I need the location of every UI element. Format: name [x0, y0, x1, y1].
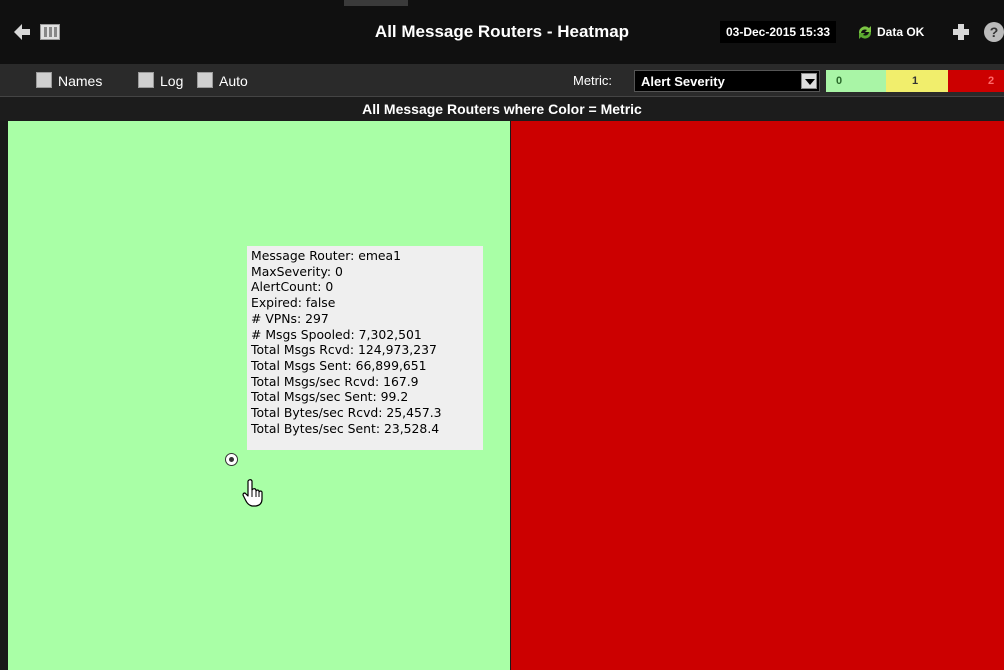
- auto-label: Auto: [219, 73, 248, 89]
- tooltip-line: # VPNs: 297: [251, 310, 329, 326]
- log-checkbox[interactable]: [138, 72, 154, 88]
- auto-checkbox[interactable]: [197, 72, 213, 88]
- help-icon[interactable]: ?: [984, 22, 1004, 42]
- hand-cursor-icon: [242, 479, 263, 507]
- tooltip-line: Total Msgs Rcvd: 124,973,237: [251, 342, 437, 358]
- data-status: Data OK: [877, 25, 925, 39]
- timestamp: 03-Dec-2015 15:33: [720, 21, 837, 43]
- legend-swatch-2: 2: [948, 70, 1004, 92]
- legend-swatch-1: 1: [886, 70, 948, 92]
- title-bar: All Message Routers - Heatmap 03-Dec-201…: [0, 0, 1004, 64]
- log-label: Log: [160, 73, 184, 89]
- metric-value: Alert Severity: [641, 74, 725, 89]
- page-title: All Message Routers - Heatmap: [374, 22, 630, 41]
- metric-select[interactable]: Alert Severity: [634, 70, 820, 92]
- names-label: Names: [58, 73, 103, 89]
- heatmap-cell-2[interactable]: [511, 121, 1004, 670]
- chevron-down-icon[interactable]: [801, 73, 817, 89]
- heatmap-title: All Message Routers where Color = Metric: [0, 96, 1004, 121]
- tooltip-line: Total Bytes/sec Sent: 23,528.4: [251, 420, 440, 436]
- tooltip-line: Total Msgs/sec Rcvd: 167.9: [251, 373, 419, 389]
- refresh-icon[interactable]: [856, 24, 874, 40]
- tooltip-line: Total Bytes/sec Rcvd: 25,457.3: [251, 405, 442, 421]
- heatmap: [0, 121, 1004, 670]
- metric-label: Metric:: [573, 73, 612, 88]
- tooltip-line: Message Router: emea1: [251, 248, 401, 263]
- tab-notch: [344, 0, 408, 6]
- tooltip-line: Total Msgs Sent: 66,899,651: [251, 357, 427, 373]
- legend-swatch-0: 0: [826, 70, 886, 92]
- tooltip-line: Total Msgs/sec Sent: 99.2: [251, 389, 409, 405]
- controls-bar: Names Log Auto Metric: Alert Severity 0 …: [0, 64, 1004, 96]
- tooltip-line: AlertCount: 0: [251, 279, 334, 295]
- target-marker-icon: [225, 453, 238, 466]
- tooltip-line: Expired: false: [251, 295, 336, 311]
- tooltip-line: MaxSeverity: 0: [251, 263, 343, 279]
- add-icon[interactable]: [952, 23, 970, 41]
- names-checkbox[interactable]: [36, 72, 52, 88]
- tooltip-line: # Msgs Spooled: 7,302,501: [251, 326, 422, 342]
- tooltip: Message Router: emea1 MaxSeverity: 0 Ale…: [247, 246, 483, 450]
